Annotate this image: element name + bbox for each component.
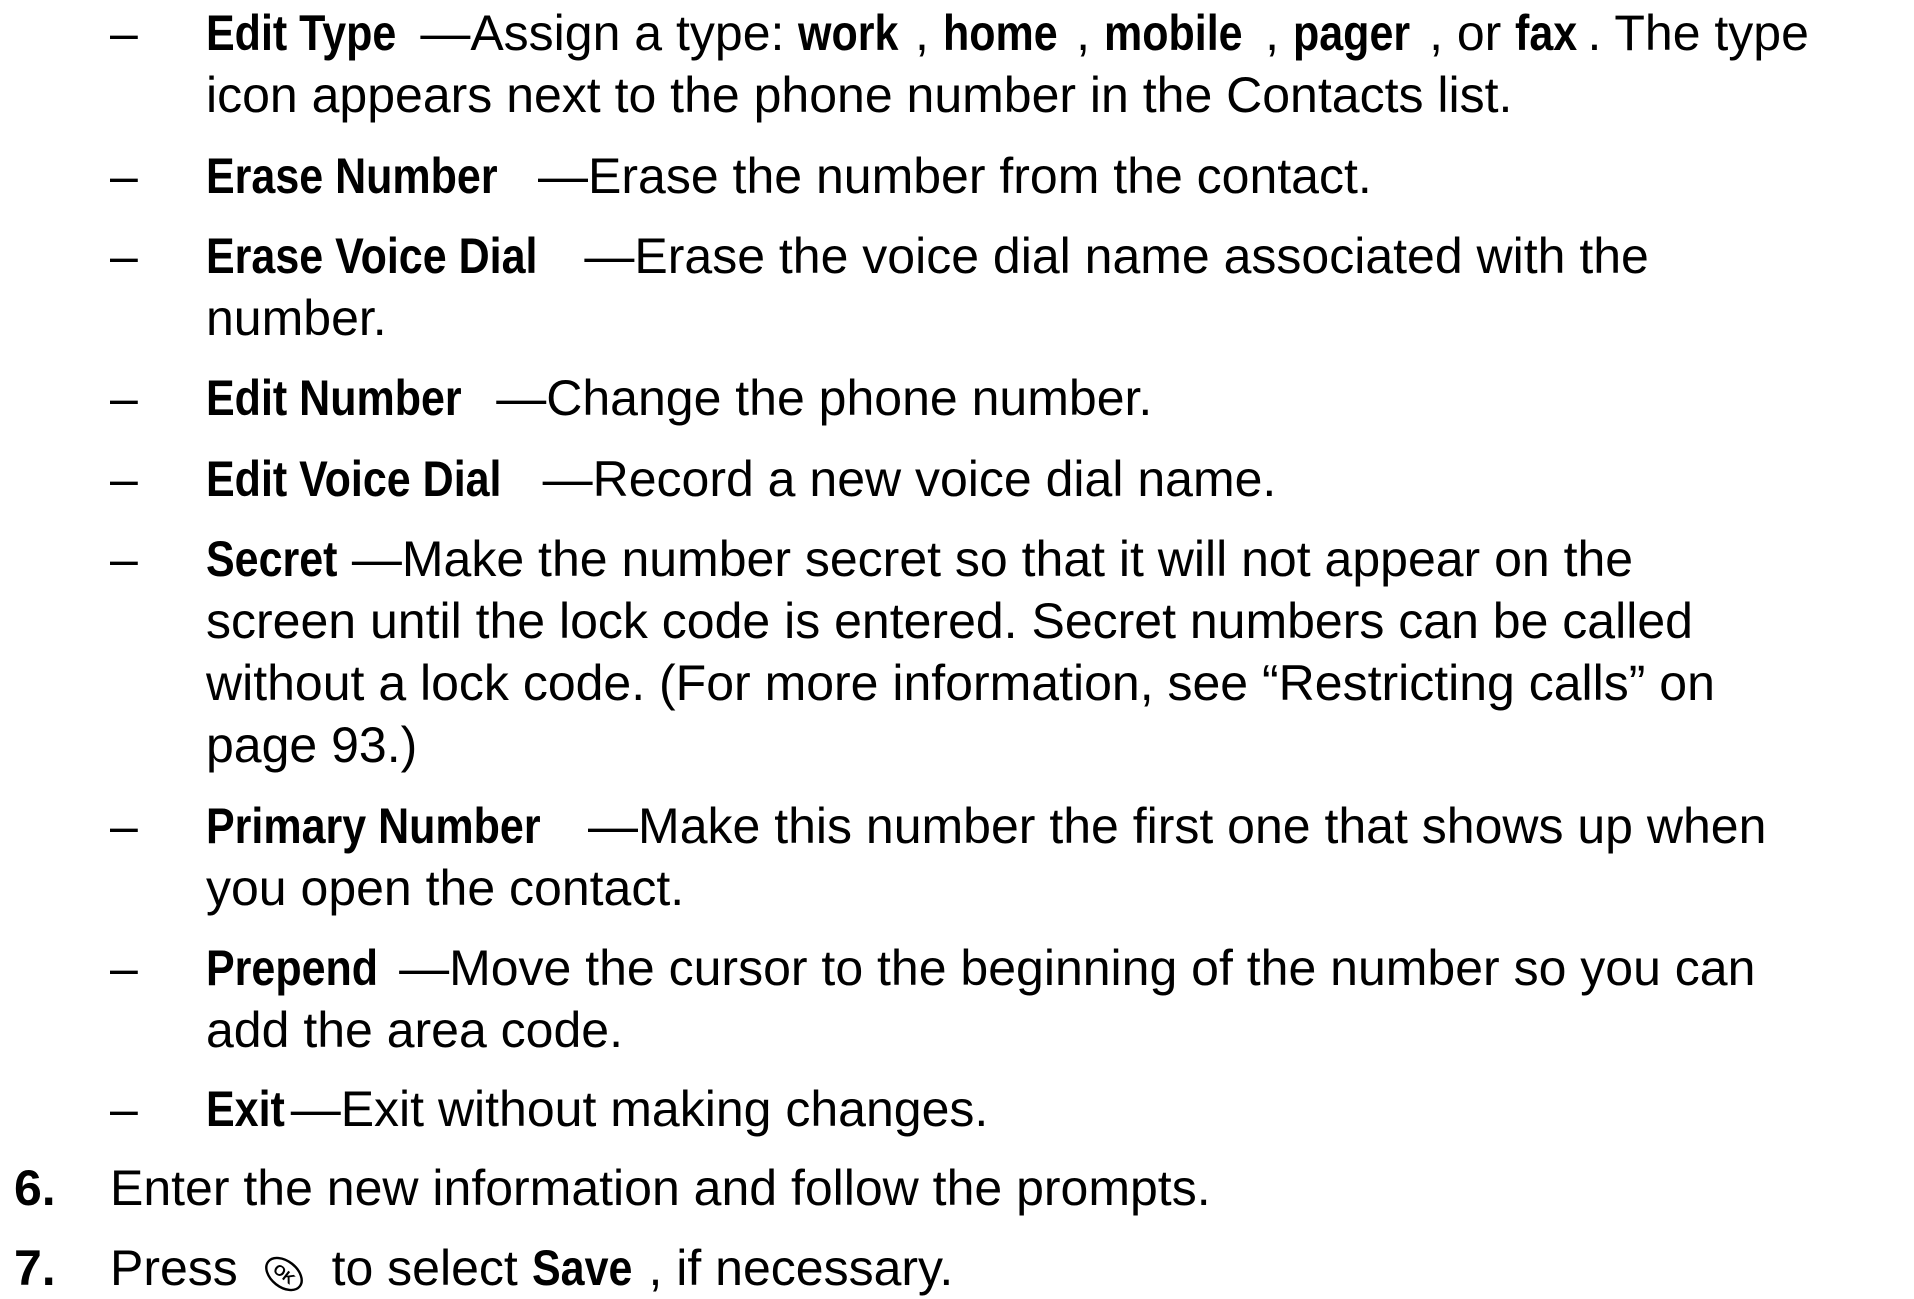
- edit-type-description: Assign a type: work, home, mobile, pager…: [470, 5, 1809, 61]
- em-dash: —: [496, 370, 547, 426]
- option-term: Erase Number: [206, 148, 498, 204]
- description-line: without a lock code. (For more informati…: [206, 655, 1715, 711]
- option-term: Secret: [206, 531, 338, 587]
- description-line: Move the cursor to the beginning of the …: [449, 940, 1756, 996]
- description-line: Make the number secret so that it will n…: [401, 531, 1634, 587]
- list-dash: –: [110, 531, 138, 587]
- em-dash: —: [420, 5, 471, 61]
- list-item-text: Exit —Exit without making changes.: [206, 1078, 1906, 1140]
- list-item-text: Erase Number —Erase the number from the c…: [206, 145, 1906, 207]
- list-item-text: Edit Number —Change the phone number.: [206, 367, 1906, 429]
- option-term: Edit Voice Dial: [206, 451, 502, 507]
- list-item-text: Prepend —Move the cursor to the beginning…: [206, 937, 1906, 1061]
- em-dash: —: [351, 531, 402, 587]
- option-term: Exit: [206, 1081, 285, 1137]
- step-text-after: , if necessary.: [648, 1240, 954, 1296]
- list-dash: –: [110, 798, 138, 854]
- option-term: Edit Number: [206, 370, 462, 426]
- description-line: add the area code.: [206, 1002, 623, 1058]
- description-line: screen until the lock code is entered. S…: [206, 593, 1693, 649]
- em-dash: —: [542, 451, 593, 507]
- description-fragment: , or: [1429, 5, 1516, 61]
- description-line: Erase the voice dial name associated wit…: [634, 228, 1649, 284]
- list-dash: –: [110, 148, 138, 204]
- description-fragment: Assign a type:: [470, 5, 799, 61]
- ok-key-icon: OK: [264, 1256, 303, 1292]
- description-fragment: ,: [1076, 5, 1104, 61]
- list-item-text: Erase Voice Dial —Erase the voice dial na…: [206, 225, 1906, 349]
- step-text: Press OK to select Save , if necessary.: [110, 1237, 953, 1299]
- manual-page: – Edit Type —Assign a type: work, home, m…: [0, 0, 1914, 1296]
- description-line: Exit without making changes.: [340, 1081, 989, 1137]
- em-dash: —: [399, 940, 450, 996]
- list-item-text: Edit Voice Dial —Record a new voice dial …: [206, 448, 1906, 510]
- description-line: number.: [206, 290, 387, 346]
- type-option-keyword: fax: [1515, 5, 1578, 61]
- em-dash: —: [538, 148, 589, 204]
- type-option-keyword: mobile: [1103, 5, 1243, 61]
- description-line: Erase the number from the contact.: [588, 148, 1372, 204]
- description-fragment: ,: [1265, 5, 1293, 61]
- type-option-keyword: work: [798, 5, 899, 61]
- description-fragment: . The type: [1587, 5, 1809, 61]
- type-option-keyword: pager: [1292, 5, 1410, 61]
- description-line: Make this number the first one that show…: [638, 798, 1767, 854]
- step-number: 7.: [14, 1240, 56, 1296]
- list-dash: –: [110, 228, 138, 284]
- list-dash: –: [110, 370, 138, 426]
- list-dash: –: [110, 5, 138, 61]
- step-number: 6.: [14, 1160, 56, 1216]
- description-line: icon appears next to the phone number in…: [206, 67, 1513, 123]
- save-option-label: Save: [531, 1240, 633, 1296]
- list-dash: –: [110, 1081, 138, 1137]
- list-item-text: Edit Type —Assign a type: work, home, mob…: [206, 2, 1906, 126]
- em-dash: —: [584, 228, 635, 284]
- description-line: Record a new voice dial name.: [592, 451, 1277, 507]
- em-dash: —: [588, 798, 639, 854]
- step-text-before: Press: [110, 1240, 252, 1296]
- step-text: Enter the new information and follow the…: [110, 1160, 1211, 1216]
- list-item-text: Primary Number —Make this number the firs…: [206, 795, 1906, 919]
- description-line: Change the phone number.: [546, 370, 1153, 426]
- option-term: Erase Voice Dial: [206, 228, 538, 284]
- option-term: Prepend: [206, 940, 379, 996]
- description-fragment: ,: [915, 5, 943, 61]
- type-option-keyword: home: [942, 5, 1058, 61]
- list-dash: –: [110, 940, 138, 996]
- option-term: Edit Type: [206, 5, 397, 61]
- em-dash: —: [290, 1081, 341, 1137]
- description-line: you open the contact.: [206, 860, 685, 916]
- option-term: Primary Number: [206, 798, 541, 854]
- step-text-middle: to select: [317, 1240, 532, 1296]
- list-item-text: Secret —Make the number secret so that it…: [206, 528, 1906, 776]
- description-line: page 93.): [206, 717, 418, 773]
- list-dash: –: [110, 451, 138, 507]
